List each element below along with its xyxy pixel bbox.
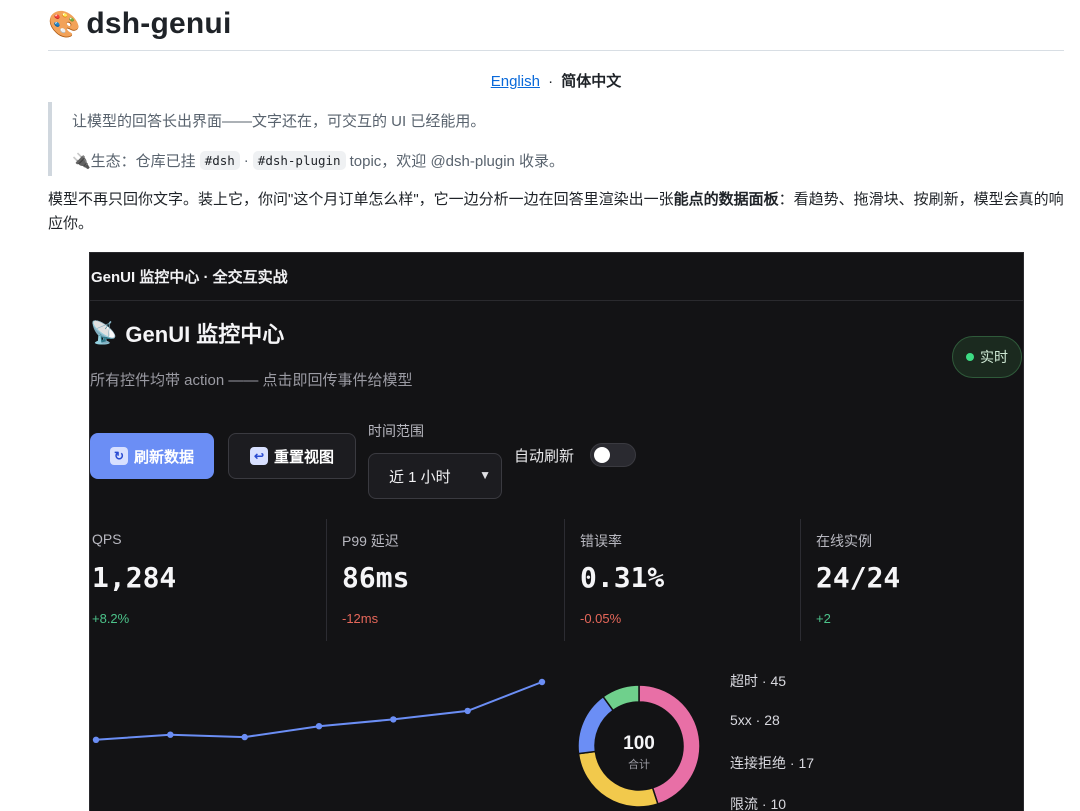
live-dot-icon (966, 353, 974, 361)
metric-delta: +8.2% (92, 611, 130, 626)
panel-header: GenUI 监控中心 · 全交互实战 (90, 253, 1023, 301)
language-switcher: English · 简体中文 (48, 70, 1064, 91)
auto-refresh-toggle[interactable] (590, 443, 636, 467)
lang-english-link[interactable]: English (491, 73, 540, 90)
metric-label: QPS (92, 531, 122, 547)
intro-bold: 能点的数据面板 (673, 191, 779, 208)
metric-label: 错误率 (580, 533, 622, 549)
auto-refresh-label: 自动刷新 (514, 448, 575, 465)
legend-item-1[interactable]: 5xx · 28 (730, 712, 780, 728)
quote-ecosystem-suffix: topic，欢迎 @dsh-plugin 收录。 (349, 153, 565, 170)
metric-divider (326, 519, 327, 641)
legend-item-2[interactable]: 连接拒绝 · 17 (730, 753, 814, 773)
intro-paragraph: 模型不再只回你文字。装上它，你问"这个月订单怎么样"，它一边分析一边在回答里渲染… (48, 188, 1064, 236)
panel-header-title: GenUI 监控中心 · 全交互实战 (91, 269, 288, 286)
topic-dsh-plugin-code: #dsh-plugin (252, 151, 346, 170)
qps-data-point-3[interactable] (315, 723, 323, 730)
reset-view-button[interactable]: ↩ 重置视图 (228, 433, 356, 479)
error-breakdown-donut-chart: 100 合计 (577, 684, 701, 808)
lang-separator: · (548, 73, 554, 90)
legend-item-0[interactable]: 超时 · 45 (730, 671, 786, 691)
refresh-data-label: 刷新数据 (133, 448, 194, 466)
dashboard-title: GenUI 监控中心 (125, 322, 285, 347)
time-range-value: 近 1 小时 (389, 468, 451, 486)
refresh-icon: ↻ (109, 447, 128, 465)
qps-data-point-2[interactable] (241, 733, 248, 741)
donut-slice-2[interactable] (577, 695, 615, 755)
qps-series-line (95, 681, 543, 741)
metric-qps: QPS 1,284 +8.2% (90, 515, 326, 641)
chevron-down-icon: ▼ (479, 468, 491, 482)
quote-dot: · (243, 152, 249, 169)
legend-item-3[interactable]: 限流 · 10 (730, 794, 786, 811)
quote-tagline: 让模型的回答长出界面——文字还在，可交互的 UI 已经能用。 (72, 113, 486, 130)
title-divider (48, 50, 1064, 51)
dashboard-subtitle: 所有控件均带 action —— 点击即回传事件给模型 (90, 372, 413, 389)
toggle-knob (594, 447, 610, 463)
metric-delta: -12ms (342, 611, 379, 626)
metric-label: P99 延迟 (342, 533, 399, 549)
lang-current: 简体中文 (561, 73, 622, 90)
intro-part1: 模型不再只回你文字。装上它，你问"这个月订单怎么样"，它一边分析一边在回答里渲染… (48, 191, 674, 208)
qps-data-point-0[interactable] (92, 736, 100, 743)
readme-blockquote: 让模型的回答长出界面——文字还在，可交互的 UI 已经能用。 🔌生态：仓库已挂 … (48, 102, 1064, 176)
qps-trend-line-chart (92, 678, 546, 743)
qps-data-point-1[interactable] (167, 731, 174, 738)
readme-title-row: 🎨 dsh-genui (48, 4, 232, 44)
metric-delta: +2 (816, 611, 831, 626)
donut-center-value: 100 (623, 733, 655, 754)
qps-data-point-6[interactable] (538, 678, 546, 686)
metric-p99-latency: P99 延迟 86ms -12ms (340, 515, 562, 641)
quote-ecosystem: 🔌生态：仓库已挂 #dsh · #dsh-plugin topic，欢迎 @ds… (72, 150, 564, 171)
quote-ecosystem-prefix: 🔌生态：仓库已挂 (72, 153, 196, 170)
qps-data-point-4[interactable] (390, 716, 397, 723)
dashboard-screenshot: GenUI 监控中心 · 全交互实战 📡 GenUI 监控中心 所有控件均带 a… (89, 252, 1024, 811)
satellite-icon: 📡 (90, 320, 118, 345)
donut-center-label: 合计 (628, 757, 650, 771)
time-range-label: 时间范围 (368, 423, 424, 439)
metric-label: 在线实例 (816, 533, 872, 549)
time-range-select[interactable]: 近 1 小时 ▼ (368, 453, 502, 499)
qps-data-point-5[interactable] (464, 707, 471, 715)
metric-divider (564, 519, 565, 641)
metrics-row: QPS 1,284 +8.2% P99 延迟 86ms -12ms 错误率 0.… (90, 515, 1023, 643)
topic-dsh-code: #dsh (199, 151, 240, 170)
dashboard-title-row: 📡 GenUI 监控中心 (90, 317, 284, 349)
palette-icon: 🎨 (48, 9, 81, 39)
reset-icon: ↩ (249, 447, 268, 465)
reset-view-label: 重置视图 (273, 448, 334, 466)
metric-online-instances: 在线实例 24/24 +2 (814, 515, 1023, 641)
metric-value: 24/24 (816, 561, 901, 594)
metric-value: 1,284 (92, 561, 177, 594)
live-status-badge: 实时 (952, 336, 1022, 378)
metric-divider (800, 519, 801, 641)
metric-delta: -0.05% (580, 611, 622, 626)
metric-value: 0.31% (580, 561, 665, 594)
live-label: 实时 (980, 349, 1008, 365)
refresh-data-button[interactable]: ↻ 刷新数据 (90, 433, 214, 479)
readme-title: dsh-genui (86, 7, 232, 40)
metric-value: 86ms (342, 561, 410, 594)
metric-error-rate: 错误率 0.31% -0.05% (578, 515, 800, 641)
